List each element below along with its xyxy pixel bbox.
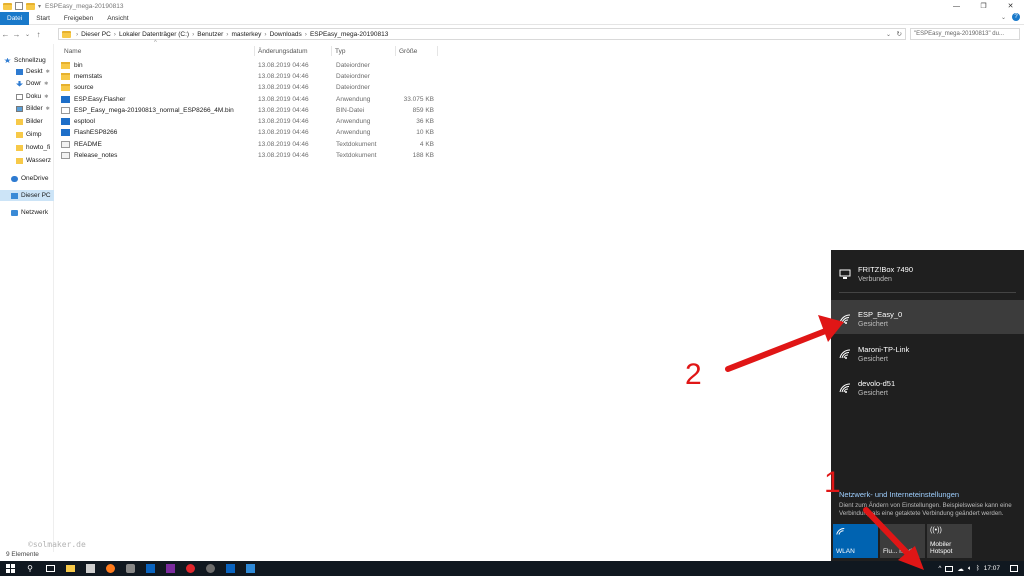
annotation-arrow-2 (725, 327, 831, 372)
annotation-arrow-1 (863, 507, 913, 559)
annotation-number-1: 1 (824, 466, 841, 499)
annotation-number-2: 2 (685, 358, 702, 391)
annotation-arrowhead-2 (818, 315, 844, 342)
annotation-overlay (725, 315, 924, 570)
